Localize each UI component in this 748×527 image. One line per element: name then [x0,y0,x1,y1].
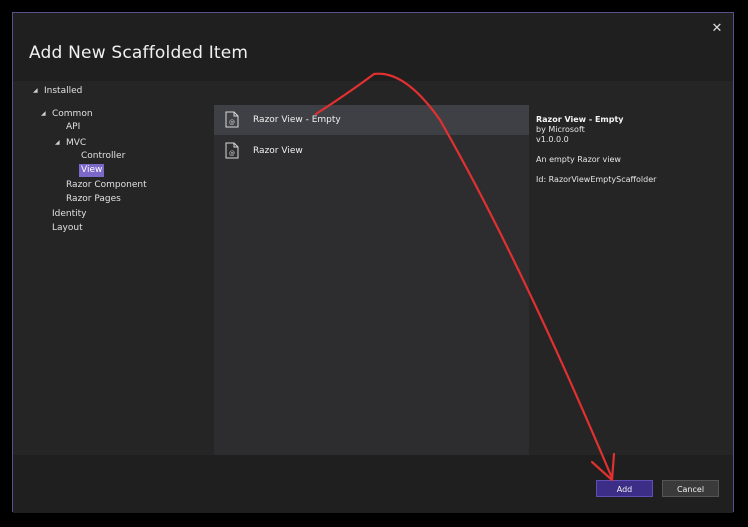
expanded-triangle-icon: ◢ [41,110,46,117]
category-tree: ◢ Installed ◢ Common API ◢ MVC Controller V… [13,81,213,455]
tree-node-installed[interactable]: ◢ Installed [33,84,84,97]
dialog-body: ◢ Installed ◢ Common API ◢ MVC Controller V… [13,81,733,467]
close-icon: ✕ [711,21,723,36]
list-item-label: Razor View - Empty [253,115,341,125]
close-button[interactable]: ✕ [709,21,725,37]
tree-node-layout[interactable]: Layout [50,222,85,235]
tree-node-razor-pages[interactable]: Razor Pages [64,193,123,206]
list-item-razor-view-empty[interactable]: @ Razor View - Empty [214,105,529,135]
svg-text:@: @ [229,150,235,157]
details-id: Id: RazorViewEmptyScaffolder [536,175,657,184]
expanded-triangle-icon: ◢ [55,139,60,146]
razor-file-icon: @ [225,142,239,159]
tree-node-controller[interactable]: Controller [79,150,127,163]
list-item-razor-view[interactable]: @ Razor View [214,136,529,166]
tree-node-api[interactable]: API [64,121,82,134]
expanded-triangle-icon: ◢ [33,87,38,94]
tree-node-common[interactable]: ◢ Common [41,107,95,120]
svg-text:@: @ [229,119,235,126]
details-panel: Razor View - Empty by Microsoft v1.0.0.0… [536,115,726,185]
details-version: v1.0.0.0 [536,135,569,144]
list-item-label: Razor View [253,146,303,156]
tree-node-identity[interactable]: Identity [50,208,89,221]
razor-file-icon: @ [225,111,239,128]
tree-node-razor-component[interactable]: Razor Component [64,179,149,192]
dialog-titlebar: Add New Scaffolded Item ✕ [13,13,733,81]
scaffolder-list: @ Razor View - Empty @ Razor View [214,105,529,467]
dialog-footer: Add Cancel [13,455,733,513]
add-button[interactable]: Add [596,480,653,497]
dialog-title: Add New Scaffolded Item [29,43,249,63]
add-scaffolded-item-dialog: Add New Scaffolded Item ✕ ◢ Installed ◢ Co… [12,12,734,513]
details-title: Razor View - Empty [536,115,624,124]
tree-node-mvc[interactable]: ◢ MVC [55,136,88,149]
tree-node-view[interactable]: View [79,164,105,177]
cancel-button[interactable]: Cancel [662,480,719,497]
details-description: An empty Razor view [536,155,621,164]
details-author: by Microsoft [536,125,585,134]
